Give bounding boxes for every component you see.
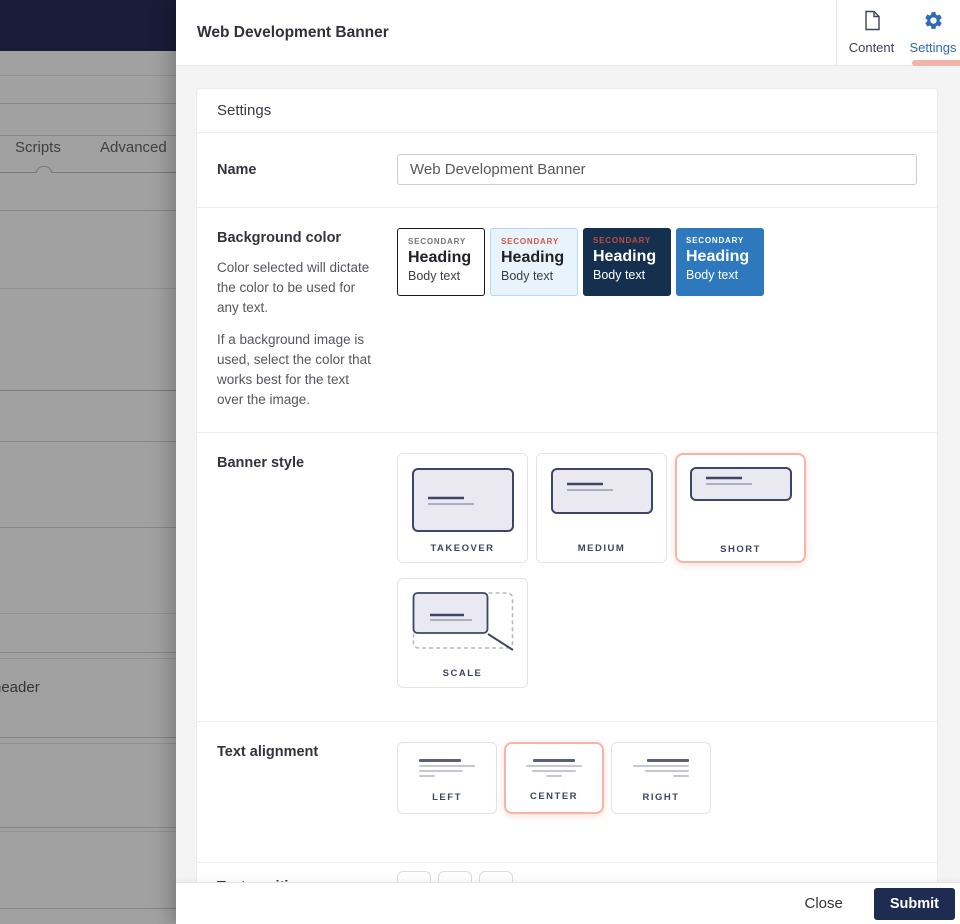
alignment-option-label: LEFT bbox=[432, 792, 462, 803]
settings-drawer: Web Development Banner Content Settings bbox=[176, 0, 960, 924]
alignment-option-center[interactable]: CENTER bbox=[504, 742, 604, 814]
text-position-label: Text position bbox=[217, 871, 397, 882]
swatch-body-label: Body text bbox=[686, 268, 754, 282]
alignment-option-left[interactable]: LEFT bbox=[397, 742, 497, 814]
settings-section-title: Settings bbox=[197, 89, 937, 133]
dimmed-background: Scripts Advanced header bbox=[0, 0, 176, 924]
text-alignment-options: LEFT CENTER bbox=[397, 742, 917, 814]
text-position-options: ↖ ↑ ↗ bbox=[397, 871, 917, 882]
gear-icon bbox=[923, 10, 944, 36]
text-alignment-label: Text alignment bbox=[217, 742, 397, 814]
settings-card: Settings Name Background color Color sel… bbox=[196, 88, 938, 882]
name-input[interactable] bbox=[397, 154, 917, 185]
banner-style-option-takeover[interactable]: TAKEOVER bbox=[397, 453, 528, 563]
swatch-body-label: Body text bbox=[593, 268, 661, 282]
align-left-icon bbox=[419, 759, 475, 777]
position-top-center-button[interactable]: ↑ bbox=[438, 871, 472, 882]
banner-style-option-label: SCALE bbox=[443, 668, 483, 679]
swatch-heading-label: Heading bbox=[501, 249, 567, 267]
position-top-left-button[interactable]: ↖ bbox=[397, 871, 431, 882]
bg-color-option-light-blue[interactable]: SECONDARY Heading Body text bbox=[490, 228, 578, 296]
banner-style-options: TAKEOVER bbox=[397, 453, 822, 688]
swatch-secondary-label: SECONDARY bbox=[686, 236, 754, 245]
name-row: Name bbox=[197, 133, 937, 207]
takeover-style-thumbnail bbox=[412, 462, 514, 543]
swatch-body-label: Body text bbox=[501, 269, 567, 283]
tab-content[interactable]: Content bbox=[836, 0, 906, 65]
banner-style-label: Banner style bbox=[217, 453, 397, 688]
modal-overlay bbox=[0, 0, 176, 924]
drawer-title: Web Development Banner bbox=[176, 0, 836, 65]
swatch-heading-label: Heading bbox=[686, 248, 754, 266]
swatch-secondary-label: SECONDARY bbox=[408, 237, 474, 246]
banner-style-option-scale[interactable]: SCALE bbox=[397, 578, 528, 688]
banner-style-option-label: MEDIUM bbox=[578, 543, 626, 554]
text-position-row: Text position ↖ ↑ ↗ bbox=[197, 862, 937, 882]
bg-color-option-dark-navy[interactable]: SECONDARY Heading Body text bbox=[583, 228, 671, 296]
background-color-row: Background color Color selected will dic… bbox=[197, 207, 937, 432]
bg-color-option-white[interactable]: SECONDARY Heading Body text bbox=[397, 228, 485, 296]
background-color-label-group: Background color Color selected will dic… bbox=[217, 228, 397, 410]
banner-style-option-short[interactable]: SHORT bbox=[675, 453, 806, 563]
background-color-description-2: If a background image is used, select th… bbox=[217, 330, 379, 410]
submit-button[interactable]: Submit bbox=[874, 888, 955, 920]
drawer-header: Web Development Banner Content Settings bbox=[176, 0, 960, 66]
banner-style-option-label: SHORT bbox=[720, 544, 761, 555]
text-alignment-row: Text alignment LEFT bbox=[197, 721, 937, 862]
background-color-description-1: Color selected will dictate the color to… bbox=[217, 258, 379, 318]
alignment-option-right[interactable]: RIGHT bbox=[611, 742, 711, 814]
close-button[interactable]: Close bbox=[799, 894, 849, 913]
drawer-footer: Close Submit bbox=[176, 882, 960, 924]
swatch-body-label: Body text bbox=[408, 269, 474, 283]
banner-style-row: Banner style bbox=[197, 432, 937, 721]
bg-color-option-blue[interactable]: SECONDARY Heading Body text bbox=[676, 228, 764, 296]
background-color-label: Background color bbox=[217, 230, 397, 246]
alignment-option-label: RIGHT bbox=[642, 792, 679, 803]
align-right-icon bbox=[633, 759, 689, 777]
banner-style-option-label: TAKEOVER bbox=[430, 543, 494, 554]
alignment-option-label: CENTER bbox=[530, 791, 578, 802]
swatch-heading-label: Heading bbox=[593, 248, 661, 266]
position-top-right-button[interactable]: ↗ bbox=[479, 871, 513, 882]
drawer-body: Settings Name Background color Color sel… bbox=[176, 66, 960, 882]
swatch-heading-label: Heading bbox=[408, 249, 474, 267]
banner-style-option-medium[interactable]: MEDIUM bbox=[536, 453, 667, 563]
screen: Scripts Advanced header Web Development … bbox=[0, 0, 960, 924]
scale-style-thumbnail bbox=[412, 587, 514, 668]
swatch-secondary-label: SECONDARY bbox=[593, 236, 661, 245]
swatch-secondary-label: SECONDARY bbox=[501, 237, 567, 246]
align-center-icon bbox=[526, 759, 582, 777]
tab-content-label: Content bbox=[849, 40, 895, 55]
short-style-thumbnail bbox=[690, 463, 792, 544]
name-label: Name bbox=[217, 162, 397, 178]
background-color-options: SECONDARY Heading Body text SECONDARY He… bbox=[397, 228, 917, 296]
tab-settings-label: Settings bbox=[910, 40, 957, 55]
medium-style-thumbnail bbox=[551, 462, 653, 543]
document-icon bbox=[863, 10, 881, 36]
tab-settings[interactable]: Settings bbox=[906, 0, 960, 65]
